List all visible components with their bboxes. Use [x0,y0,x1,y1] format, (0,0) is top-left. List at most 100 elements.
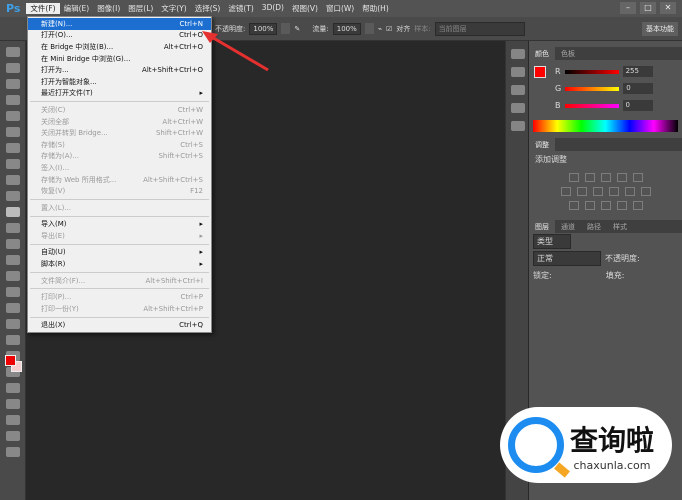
menu-6[interactable]: 滤镜(T) [224,3,257,14]
panel-icon[interactable] [511,67,525,77]
maximize-button[interactable]: □ [640,2,656,14]
tab-paths[interactable]: 路径 [581,220,607,233]
opacity-dropdown[interactable] [281,23,291,34]
tool-icon[interactable] [6,335,20,345]
menu-2[interactable]: 图像(I) [93,3,124,14]
file-menu-item[interactable]: 关闭并转到 Bridge... Shift+Ctrl+W [28,127,211,139]
file-menu-item[interactable]: 存储为 Web 所用格式... Alt+Shift+Ctrl+S [28,174,211,186]
airbrush-icon[interactable]: ⌁ [378,25,382,33]
r-slider[interactable] [564,69,619,74]
tab-styles[interactable]: 样式 [607,220,633,233]
tool-icon[interactable] [6,415,20,425]
tool-icon[interactable] [6,399,20,409]
gradient-map-icon[interactable] [616,201,627,210]
file-menu-item[interactable]: 导出(E) ▸ [28,230,211,242]
workspace-button[interactable]: 基本功能 [642,22,678,36]
tool-icon[interactable] [6,431,20,441]
tool-icon[interactable] [6,383,20,393]
menu-7[interactable]: 3D(D) [258,3,288,14]
mixer-icon[interactable] [624,187,635,196]
menu-8[interactable]: 视图(V) [288,3,322,14]
menu-10[interactable]: 帮助(H) [358,3,393,14]
flow-input[interactable]: 100% [332,22,361,35]
file-menu-item[interactable]: 在 Bridge 中浏览(B)... Alt+Ctrl+O [28,41,211,53]
tool-icon[interactable] [6,79,20,89]
hue-icon[interactable] [560,187,571,196]
b-value[interactable]: 0 [622,100,653,111]
close-button[interactable]: ✕ [660,2,676,14]
tool-icon[interactable] [6,271,20,281]
panel-icon[interactable] [511,49,525,59]
menu-9[interactable]: 窗口(W) [322,3,358,14]
foreground-color-swatch[interactable] [5,355,16,366]
menu-0[interactable]: 文件(F) [26,3,60,14]
panel-icon[interactable] [511,121,525,131]
tool-icon[interactable] [6,191,20,201]
tool-icon[interactable] [6,255,20,265]
tab-swatches[interactable]: 色板 [555,47,581,60]
file-menu-item[interactable]: 在 Mini Bridge 中浏览(G)... [28,53,211,65]
tab-layers[interactable]: 图层 [529,220,555,233]
file-menu-item[interactable]: 打开为智能对象... [28,76,211,88]
file-menu-item[interactable]: 打开为... Alt+Shift+Ctrl+O [28,64,211,76]
tool-icon[interactable] [6,223,20,233]
file-menu-item[interactable]: 存储为(A)... Shift+Ctrl+S [28,151,211,163]
brightness-icon[interactable] [568,173,579,182]
tab-adjustments[interactable]: 调整 [529,138,555,151]
tool-icon[interactable] [6,239,20,249]
balance-icon[interactable] [576,187,587,196]
file-menu-item[interactable]: 签入(I)... [28,162,211,174]
color-fg-swatch[interactable] [534,66,546,78]
bw-icon[interactable] [592,187,603,196]
tool-icon[interactable] [6,447,20,457]
file-menu-item[interactable]: 恢复(V) F12 [28,185,211,197]
layer-kind-filter[interactable]: 类型 [533,234,571,249]
tool-icon[interactable] [6,127,20,137]
file-menu-item[interactable]: 自动(U) ▸ [28,247,211,259]
levels-icon[interactable] [584,173,595,182]
panel-icon[interactable] [511,85,525,95]
invert-icon[interactable] [568,201,579,210]
tool-icon[interactable] [6,111,20,121]
g-slider[interactable] [565,86,620,91]
posterize-icon[interactable] [584,201,595,210]
threshold-icon[interactable] [600,201,611,210]
sample-select[interactable]: 当前图层 [434,21,525,36]
tool-icon[interactable] [6,159,20,169]
file-menu-item[interactable]: 退出(X) Ctrl+Q [28,320,211,332]
align-checkbox[interactable]: ☑ [386,25,392,33]
minimize-button[interactable]: – [620,2,636,14]
tool-icon[interactable] [6,47,20,57]
b-slider[interactable] [564,103,619,108]
tab-channels[interactable]: 通道 [555,220,581,233]
file-menu-item[interactable]: 打印(P)... Ctrl+P [28,291,211,303]
lookup-icon[interactable] [640,187,651,196]
vibrance-icon[interactable] [632,173,643,182]
file-menu-item[interactable]: 新建(N)... Ctrl+N [28,18,211,30]
blend-mode-select[interactable]: 正常 [533,251,601,266]
tool-icon[interactable] [6,207,20,217]
flow-dropdown[interactable] [364,23,374,34]
photo-filter-icon[interactable] [608,187,619,196]
file-menu-item[interactable]: 存储(S) Ctrl+S [28,139,211,151]
tool-icon[interactable] [6,63,20,73]
curves-icon[interactable] [600,173,611,182]
menu-5[interactable]: 选择(S) [191,3,225,14]
tool-icon[interactable] [6,175,20,185]
color-spectrum[interactable] [533,120,678,132]
menu-3[interactable]: 图层(L) [124,3,157,14]
file-menu-item[interactable]: 脚本(R) ▸ [28,258,211,270]
tab-color[interactable]: 颜色 [529,47,555,60]
file-menu-item[interactable]: 文件简介(F)... Alt+Shift+Ctrl+I [28,275,211,287]
file-menu-item[interactable]: 打印一份(Y) Alt+Shift+Ctrl+P [28,303,211,315]
pressure-icon[interactable]: ✎ [294,25,308,33]
file-menu-item[interactable]: 导入(M) ▸ [28,219,211,231]
r-value[interactable]: 255 [622,66,653,77]
panel-icon[interactable] [511,103,525,113]
g-value[interactable]: 0 [623,83,654,94]
menu-4[interactable]: 文字(Y) [157,3,190,14]
file-menu-item[interactable]: 最近打开文件(T) ▸ [28,88,211,100]
exposure-icon[interactable] [616,173,627,182]
selective-color-icon[interactable] [632,201,643,210]
tool-icon[interactable] [6,303,20,313]
